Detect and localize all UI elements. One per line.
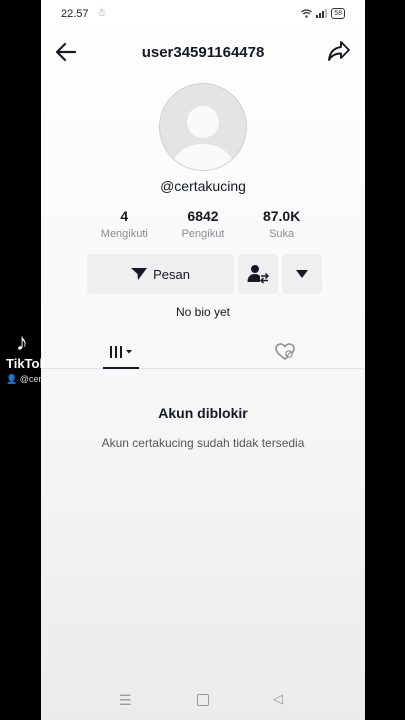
system-nav-bar: ☰ ◁	[41, 688, 365, 712]
stat-following-value: 4	[120, 208, 129, 224]
wifi-icon	[301, 9, 313, 18]
status-bar: 22.57 ☃ 58	[41, 0, 365, 28]
stat-followers-label: Pengikut	[181, 228, 225, 240]
caret-down-icon	[296, 270, 308, 278]
recent-apps-icon[interactable]: ☰	[119, 692, 132, 709]
person-switch-icon	[247, 265, 269, 284]
top-bar: user34591164478	[41, 36, 365, 70]
message-button[interactable]: Pesan	[87, 254, 234, 294]
app-screen: 22.57 ☃ 58 user34591164478 @certakucing …	[41, 0, 365, 720]
blocked-description: Akun certakucing sudah tidak tersedia	[101, 436, 305, 450]
watermark-brand: TikTok	[6, 356, 47, 371]
stat-likes-label: Suka	[269, 228, 295, 240]
stat-likes-value: 87.0K	[262, 208, 301, 224]
nav-back-icon[interactable]: ◁	[273, 691, 283, 707]
profile-bio: No bio yet	[175, 305, 231, 319]
video-grid-icon	[110, 345, 132, 358]
profile-stats: 4 Mengikuti 6842 Pengikut 87.0K Suka	[85, 208, 321, 240]
person-icon: 👤	[6, 374, 18, 384]
tab-liked[interactable]	[267, 336, 303, 367]
hidden-heart-icon	[275, 342, 295, 360]
notification-icon: ☃	[97, 8, 106, 19]
stat-followers-value: 6842	[187, 208, 219, 224]
status-time: 22.57	[61, 8, 89, 20]
default-avatar-icon	[171, 106, 235, 170]
signal-icon	[316, 9, 328, 18]
tiktok-logo-icon: ♪	[16, 329, 28, 356]
content-tabs	[41, 336, 365, 369]
stat-followers[interactable]: 6842 Pengikut	[164, 208, 243, 240]
stat-likes[interactable]: 87.0K Suka	[242, 208, 321, 240]
more-options-button[interactable]	[282, 254, 322, 294]
share-icon[interactable]	[327, 40, 351, 67]
home-icon[interactable]	[197, 694, 209, 706]
system-icons: 58	[301, 8, 345, 19]
stat-following[interactable]: 4 Mengikuti	[85, 208, 164, 240]
send-icon	[131, 268, 148, 280]
blocked-title: Akun diblokir	[158, 405, 248, 421]
tab-videos[interactable]	[103, 336, 139, 369]
page-title: user34591164478	[141, 44, 265, 61]
watermark-user-text: @cer	[19, 374, 42, 384]
profile-handle: @certakucing	[160, 178, 246, 194]
avatar[interactable]	[159, 83, 247, 171]
message-button-label: Pesan	[153, 266, 190, 282]
follow-button[interactable]	[238, 254, 278, 294]
stat-following-label: Mengikuti	[100, 228, 148, 240]
watermark-user: 👤 @cer	[6, 374, 47, 385]
tiktok-watermark: ♪ TikTok 👤 @cer	[6, 330, 47, 385]
battery-icon: 58	[331, 8, 345, 19]
